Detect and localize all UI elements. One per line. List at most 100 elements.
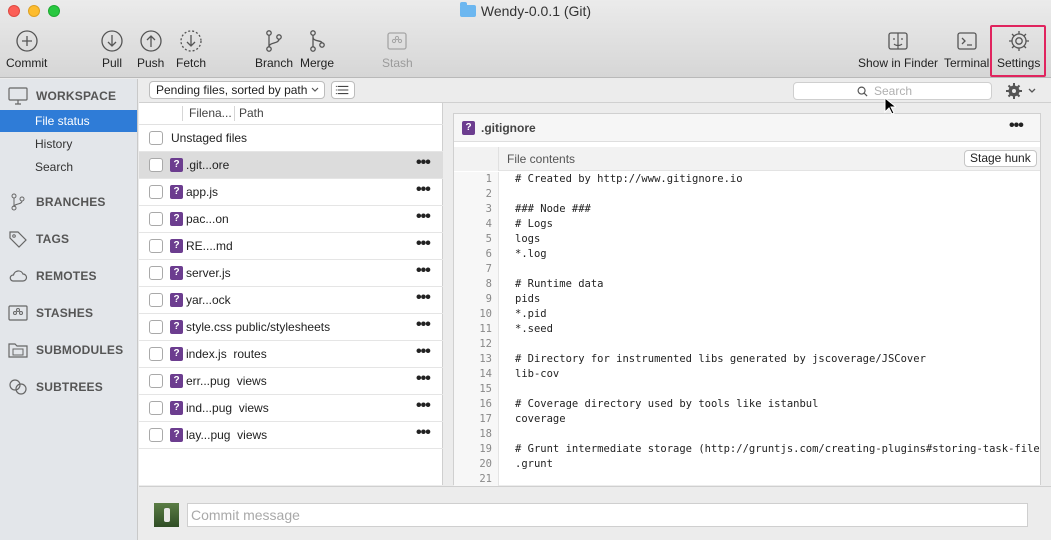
folder-icon: [8, 343, 28, 358]
push-button[interactable]: Push: [137, 28, 164, 70]
line-content: ### Node ###: [515, 203, 591, 215]
more-options-icon[interactable]: •••: [416, 154, 431, 172]
options-menu-button[interactable]: [1005, 82, 1039, 100]
sidebar-section-branches[interactable]: BRANCHES: [8, 191, 106, 213]
code-line: 4 # Logs: [454, 217, 1040, 232]
commit-message-input[interactable]: [187, 503, 1028, 527]
show-in-finder-button[interactable]: Show in Finder: [858, 28, 938, 70]
subtree-icon: [9, 379, 27, 395]
line-content: pids: [515, 293, 541, 305]
code-line: 20 .grunt: [454, 457, 1040, 472]
stash-button[interactable]: Stash: [382, 28, 413, 70]
more-options-icon[interactable]: •••: [416, 289, 431, 307]
fetch-button[interactable]: Fetch: [176, 28, 206, 70]
pull-button[interactable]: Pull: [99, 28, 125, 70]
file-checkbox[interactable]: [149, 320, 163, 334]
line-content: lib-cov: [515, 368, 560, 380]
file-row[interactable]: ? err...pug views •••: [139, 368, 443, 395]
line-number: 14: [479, 368, 492, 380]
more-options-icon[interactable]: •••: [416, 208, 431, 226]
view-mode-button[interactable]: [331, 81, 355, 99]
code-line: 5 logs: [454, 232, 1040, 247]
file-checkbox[interactable]: [149, 293, 163, 307]
line-content: # Directory for instrumented libs genera…: [515, 353, 926, 365]
column-path[interactable]: Path: [239, 106, 264, 120]
more-options-icon[interactable]: •••: [416, 424, 431, 442]
file-checkbox[interactable]: [149, 239, 163, 253]
line-number: 3: [485, 203, 492, 215]
file-row[interactable]: ? app.js •••: [139, 179, 443, 206]
file-row[interactable]: ? server.js •••: [139, 260, 443, 287]
sidebar-section-submodules[interactable]: SUBMODULES: [8, 339, 123, 361]
terminal-button[interactable]: Terminal: [944, 28, 989, 70]
more-options-icon[interactable]: •••: [416, 343, 431, 361]
sidebar-section-stashes[interactable]: STASHES: [8, 302, 93, 324]
code-line: 19 # Grunt intermediate storage (http://g…: [454, 442, 1040, 457]
chevron-down-icon: [311, 87, 319, 92]
unstaged-select-all-checkbox[interactable]: [149, 131, 163, 145]
sidebar-section-workspace[interactable]: WORKSPACE: [8, 85, 116, 107]
file-name: style.css public/stylesheets: [186, 320, 331, 334]
sidebar-section-subtrees[interactable]: SUBTREES: [8, 376, 103, 398]
file-checkbox[interactable]: [149, 185, 163, 199]
file-checkbox[interactable]: [149, 401, 163, 415]
file-row[interactable]: ? ind...pug views •••: [139, 395, 443, 422]
file-row[interactable]: ? index.js routes •••: [139, 341, 443, 368]
file-row[interactable]: ? yar...ock •••: [139, 287, 443, 314]
more-options-icon[interactable]: •••: [416, 370, 431, 388]
sort-dropdown[interactable]: Pending files, sorted by path: [149, 81, 325, 99]
line-number: 21: [479, 473, 492, 485]
line-content: *.pid: [515, 308, 547, 320]
file-name: err...pug views: [186, 374, 267, 388]
file-checkbox[interactable]: [149, 212, 163, 226]
line-content: # Coverage directory used by tools like …: [515, 398, 819, 410]
file-checkbox[interactable]: [149, 347, 163, 361]
sidebar-item-search[interactable]: Search: [0, 156, 137, 178]
file-row[interactable]: ? RE....md •••: [139, 233, 443, 260]
code-line: 8 # Runtime data: [454, 277, 1040, 292]
file-checkbox[interactable]: [149, 266, 163, 280]
file-checkbox[interactable]: [149, 374, 163, 388]
line-content: logs: [515, 233, 541, 245]
merge-button[interactable]: Merge: [300, 28, 334, 70]
merge-icon: [310, 30, 325, 52]
line-number: 10: [479, 308, 492, 320]
column-filename[interactable]: Filena...: [189, 106, 232, 120]
untracked-badge: ?: [170, 185, 183, 199]
line-number: 15: [479, 383, 492, 395]
more-options-icon[interactable]: •••: [1009, 117, 1024, 135]
line-number: 7: [485, 263, 492, 275]
stage-hunk-button[interactable]: Stage hunk: [964, 150, 1037, 167]
sidebar-item-file-status[interactable]: File status: [0, 110, 137, 132]
file-row[interactable]: ? lay...pug views •••: [139, 422, 443, 449]
gear-icon: [1006, 83, 1036, 99]
more-options-icon[interactable]: •••: [416, 262, 431, 280]
line-number: 11: [479, 323, 492, 335]
file-list-header: Filena... Path: [139, 103, 443, 125]
file-name: server.js: [186, 266, 231, 280]
code-line: 1 # Created by http://www.gitignore.io: [454, 172, 1040, 187]
sidebar-section-tags[interactable]: TAGS: [8, 228, 69, 250]
monitor-icon: [8, 87, 28, 105]
code-line: 14 lib-cov: [454, 367, 1040, 382]
more-options-icon[interactable]: •••: [416, 316, 431, 334]
file-row[interactable]: ? .git...ore •••: [139, 152, 443, 179]
code-line: 2: [454, 187, 1040, 202]
sidebar-item-history[interactable]: History: [0, 133, 137, 155]
file-row[interactable]: ? style.css public/stylesheets •••: [139, 314, 443, 341]
commit-area: [139, 486, 1051, 540]
more-options-icon[interactable]: •••: [416, 397, 431, 415]
code-line: 10 *.pid: [454, 307, 1040, 322]
untracked-badge: ?: [170, 428, 183, 442]
line-number: 9: [485, 293, 492, 305]
sidebar-section-remotes[interactable]: REMOTES: [8, 265, 97, 287]
file-checkbox[interactable]: [149, 158, 163, 172]
more-options-icon[interactable]: •••: [416, 181, 431, 199]
file-name: app.js: [186, 185, 219, 199]
more-options-icon[interactable]: •••: [416, 235, 431, 253]
file-row[interactable]: ? pac...on •••: [139, 206, 443, 233]
commit-button[interactable]: Commit: [6, 28, 47, 70]
code-line: 3 ### Node ###: [454, 202, 1040, 217]
file-checkbox[interactable]: [149, 428, 163, 442]
branch-button[interactable]: Branch: [255, 28, 293, 70]
